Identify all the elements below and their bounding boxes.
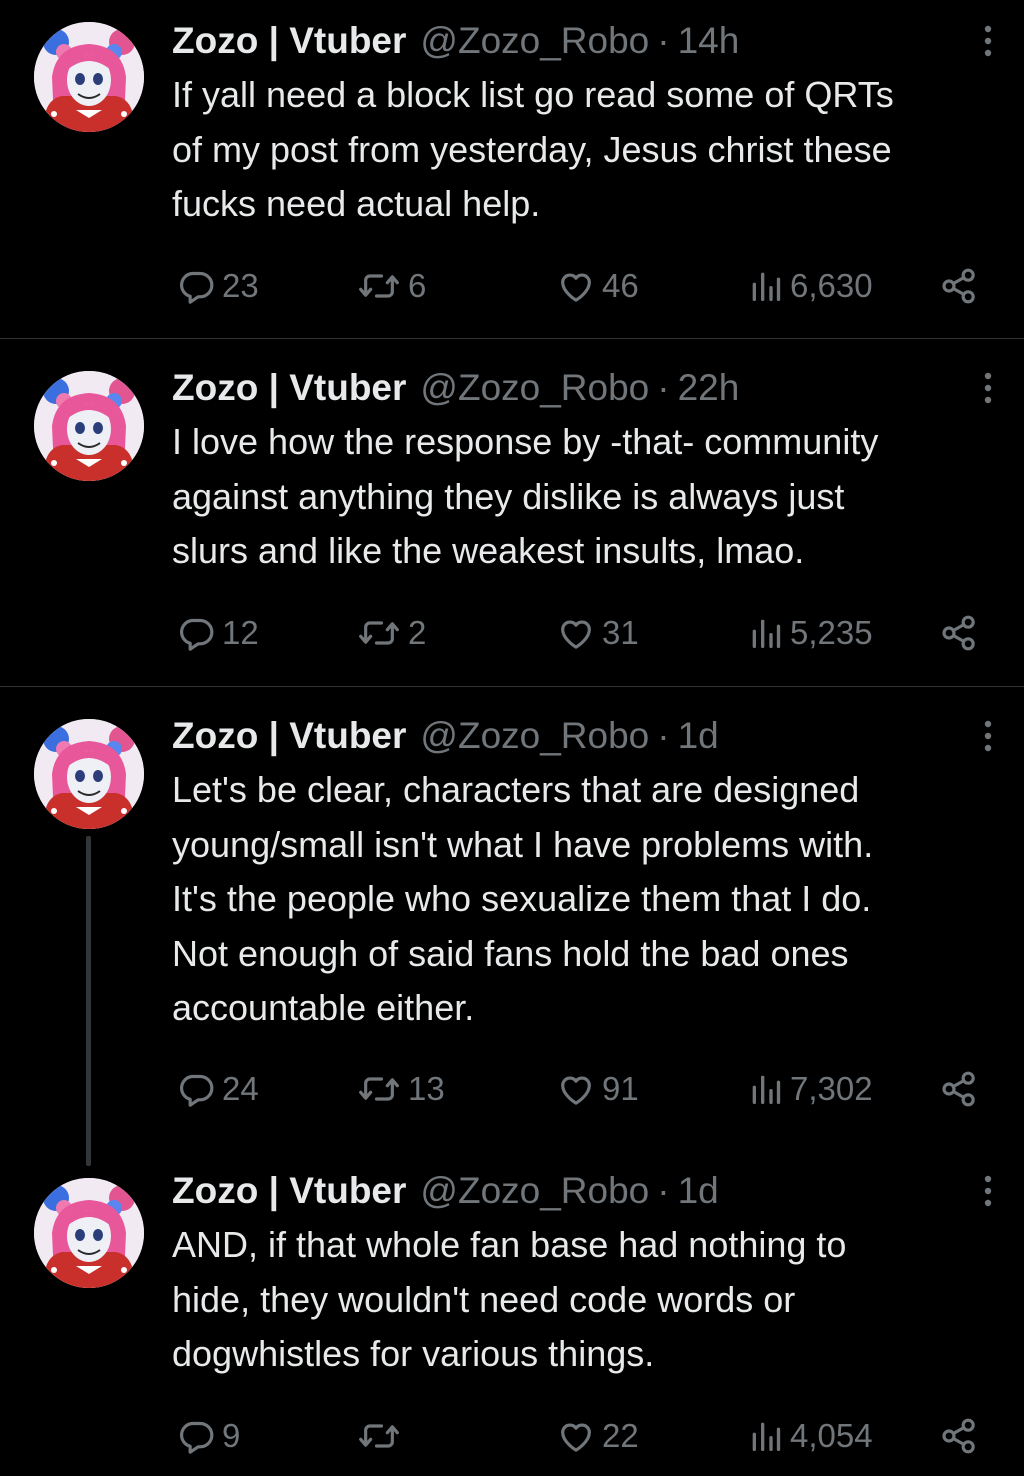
reply-icon bbox=[176, 1416, 216, 1456]
repost-icon bbox=[356, 266, 402, 306]
display-name[interactable]: Zozo | Vtuber bbox=[172, 367, 406, 409]
share-button[interactable] bbox=[938, 1067, 980, 1111]
views-chart-icon bbox=[748, 1416, 784, 1456]
handle[interactable]: @Zozo_Robo bbox=[420, 1170, 649, 1212]
action-bar: 9 22 4,054 bbox=[172, 1414, 992, 1458]
views-button[interactable]: 7,302 bbox=[748, 1067, 873, 1111]
views-button[interactable]: 4,054 bbox=[748, 1414, 873, 1458]
action-bar: 23 6 46 6,630 bbox=[172, 264, 992, 308]
like-count: 46 bbox=[602, 267, 639, 304]
separator-dot: · bbox=[657, 715, 670, 756]
action-bar: 12 2 31 5,235 bbox=[172, 611, 992, 655]
repost-button[interactable]: 6 bbox=[356, 264, 426, 308]
repost-count: 13 bbox=[408, 1070, 445, 1107]
repost-icon bbox=[356, 613, 402, 653]
tweet-header: Zozo | Vtuber @Zozo_Robo · 22h bbox=[172, 365, 739, 411]
heart-icon bbox=[556, 1416, 596, 1456]
reply-button[interactable]: 24 bbox=[176, 1067, 259, 1111]
timestamp[interactable]: 14h bbox=[678, 20, 740, 62]
repost-count: 6 bbox=[408, 267, 427, 304]
more-vertical-icon[interactable] bbox=[978, 20, 998, 62]
heart-icon bbox=[556, 266, 596, 306]
timestamp[interactable]: 22h bbox=[678, 367, 740, 409]
share-button[interactable] bbox=[938, 611, 980, 655]
share-icon bbox=[938, 266, 980, 306]
tweet[interactable]: Zozo | Vtuber @Zozo_Robo · 1d AND, if th… bbox=[0, 1148, 1024, 1476]
tweet-text: I love how the response by -that- commun… bbox=[172, 421, 879, 571]
views-count: 6,630 bbox=[790, 267, 873, 304]
reply-icon bbox=[176, 613, 216, 653]
tweet-header: Zozo | Vtuber @Zozo_Robo · 1d bbox=[172, 713, 719, 759]
handle[interactable]: @Zozo_Robo bbox=[420, 20, 649, 62]
reply-count: 24 bbox=[222, 1070, 259, 1107]
share-icon bbox=[938, 1069, 980, 1109]
views-button[interactable]: 6,630 bbox=[748, 264, 873, 308]
reply-icon bbox=[176, 266, 216, 306]
avatar[interactable] bbox=[34, 22, 144, 132]
like-count: 31 bbox=[602, 614, 639, 651]
timestamp[interactable]: 1d bbox=[678, 1170, 719, 1212]
display-name[interactable]: Zozo | Vtuber bbox=[172, 20, 406, 62]
heart-icon bbox=[556, 1069, 596, 1109]
share-button[interactable] bbox=[938, 1414, 980, 1458]
views-chart-icon bbox=[748, 613, 784, 653]
separator-dot: · bbox=[657, 1170, 670, 1211]
like-count: 22 bbox=[602, 1417, 639, 1454]
like-button[interactable]: 22 bbox=[556, 1414, 639, 1458]
tweet[interactable]: Zozo | Vtuber @Zozo_Robo · 14h If yall n… bbox=[0, 0, 1024, 338]
share-button[interactable] bbox=[938, 264, 980, 308]
tweet-text: Let's be clear, characters that are desi… bbox=[172, 769, 874, 1028]
handle[interactable]: @Zozo_Robo bbox=[420, 715, 649, 757]
tweet[interactable]: Zozo | Vtuber @Zozo_Robo · 1d Let's be c… bbox=[0, 687, 1024, 1147]
display-name[interactable]: Zozo | Vtuber bbox=[172, 715, 406, 757]
handle[interactable]: @Zozo_Robo bbox=[420, 367, 649, 409]
repost-button[interactable]: 13 bbox=[356, 1067, 445, 1111]
reply-count: 23 bbox=[222, 267, 259, 304]
views-button[interactable]: 5,235 bbox=[748, 611, 873, 655]
repost-button[interactable]: 2 bbox=[356, 611, 426, 655]
views-chart-icon bbox=[748, 266, 784, 306]
tweet-text: AND, if that whole fan base had nothing … bbox=[172, 1224, 847, 1374]
more-vertical-icon[interactable] bbox=[978, 367, 998, 409]
repost-button[interactable] bbox=[356, 1414, 408, 1458]
heart-icon bbox=[556, 613, 596, 653]
like-button[interactable]: 46 bbox=[556, 264, 639, 308]
tweet-header: Zozo | Vtuber @Zozo_Robo · 14h bbox=[172, 18, 739, 64]
avatar[interactable] bbox=[34, 719, 144, 829]
like-count: 91 bbox=[602, 1070, 639, 1107]
separator-dot: · bbox=[657, 367, 670, 408]
avatar[interactable] bbox=[34, 371, 144, 481]
more-vertical-icon[interactable] bbox=[978, 715, 998, 757]
repost-count: 2 bbox=[408, 614, 427, 651]
reply-icon bbox=[176, 1069, 216, 1109]
share-icon bbox=[938, 1416, 980, 1456]
reply-count: 12 bbox=[222, 614, 259, 651]
views-count: 7,302 bbox=[790, 1070, 873, 1107]
avatar[interactable] bbox=[34, 1178, 144, 1288]
reply-button[interactable]: 23 bbox=[176, 264, 259, 308]
more-vertical-icon[interactable] bbox=[978, 1170, 998, 1212]
views-chart-icon bbox=[748, 1069, 784, 1109]
timestamp[interactable]: 1d bbox=[678, 715, 719, 757]
separator-dot: · bbox=[657, 20, 670, 61]
reply-count: 9 bbox=[222, 1417, 241, 1454]
display-name[interactable]: Zozo | Vtuber bbox=[172, 1170, 406, 1212]
tweet-header: Zozo | Vtuber @Zozo_Robo · 1d bbox=[172, 1168, 719, 1214]
action-bar: 24 13 91 7,302 bbox=[172, 1067, 992, 1111]
views-count: 5,235 bbox=[790, 614, 873, 651]
reply-button[interactable]: 12 bbox=[176, 611, 259, 655]
like-button[interactable]: 91 bbox=[556, 1067, 639, 1111]
like-button[interactable]: 31 bbox=[556, 611, 639, 655]
share-icon bbox=[938, 613, 980, 653]
tweet[interactable]: Zozo | Vtuber @Zozo_Robo · 22h I love ho… bbox=[0, 339, 1024, 686]
reply-button[interactable]: 9 bbox=[176, 1414, 240, 1458]
tweet-text: If yall need a block list go read some o… bbox=[172, 74, 894, 224]
repost-icon bbox=[356, 1069, 402, 1109]
views-count: 4,054 bbox=[790, 1417, 873, 1454]
repost-icon bbox=[356, 1416, 402, 1456]
